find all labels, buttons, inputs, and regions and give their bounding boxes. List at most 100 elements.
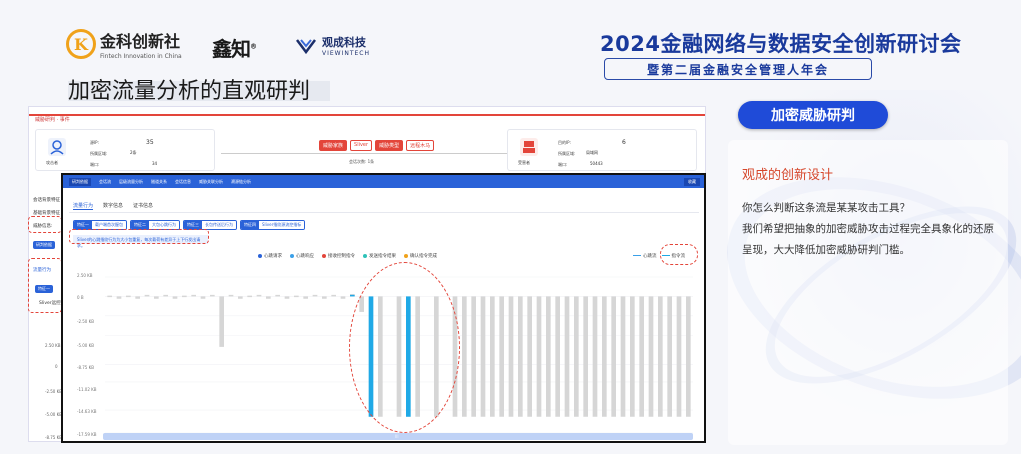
dst-ip-value: 6 xyxy=(622,139,626,146)
heartbeat-bar-61[interactable] xyxy=(667,296,672,417)
feature-filter-4[interactable]: 特征四 Sliver指纹源流控指标 xyxy=(240,220,306,230)
dst-label-port: 端口: xyxy=(558,162,568,167)
heartbeat-bar-46[interactable] xyxy=(527,296,532,417)
basis-tab-button[interactable]: 研判依据 xyxy=(33,241,55,249)
heartbeat-bar-47[interactable] xyxy=(536,296,542,417)
heartbeat-bar-12[interactable] xyxy=(210,294,215,297)
heartbeat-bar-49[interactable] xyxy=(555,296,560,417)
feature-val-4: Sliver指纹源流控指标 xyxy=(259,221,305,229)
feature-val-1: 载户端首次握包 xyxy=(92,221,126,229)
legend-right-1[interactable]: 心跳流 xyxy=(633,253,657,259)
nav-threat[interactable]: 威胁关联分析 xyxy=(199,179,223,185)
scrollbar-handle[interactable]: ||| xyxy=(395,434,399,438)
heartbeat-bar-20[interactable] xyxy=(284,296,290,299)
legend-item-2[interactable]: 心跳响应 xyxy=(290,253,314,259)
chart-scrollbar[interactable]: ||| xyxy=(103,433,693,440)
heartbeat-bar-50[interactable] xyxy=(564,296,570,417)
heartbeat-bar-8[interactable] xyxy=(172,296,178,299)
heartbeat-bar-7[interactable] xyxy=(163,294,168,297)
legend-item-1[interactable]: 心跳请求 xyxy=(258,253,282,259)
heartbeat-bar-9[interactable] xyxy=(182,295,187,298)
heartbeat-bar-48[interactable] xyxy=(546,296,551,417)
nav-trace[interactable]: 溯源链分析 xyxy=(231,179,251,185)
breadcrumb[interactable]: 威胁研判 · 事件 xyxy=(35,116,70,123)
logo3-tagline: VIEWINTECH xyxy=(322,50,371,57)
heartbeat-bar-54[interactable] xyxy=(602,296,607,417)
badge-type-label: 威胁类型 xyxy=(375,140,404,151)
heartbeat-bar-23[interactable] xyxy=(312,294,318,297)
heartbeat-bar-44[interactable] xyxy=(508,296,514,417)
heartbeat-bar-58[interactable] xyxy=(639,296,644,417)
innovation-heading: 观成的创新设计 xyxy=(742,168,834,183)
nav-info[interactable]: 会话信息 xyxy=(175,179,191,185)
legend-dot-2 xyxy=(290,253,294,258)
heartbeat-bar-53[interactable] xyxy=(592,296,598,417)
heartbeat-bar-17[interactable] xyxy=(256,294,262,297)
heartbeat-bar-21[interactable] xyxy=(294,295,299,298)
chart-legend: 心跳请求 心跳响应 接收控制指令 发送指令结果 确认指令完成 xyxy=(258,253,437,259)
heartbeat-bar-14[interactable] xyxy=(228,294,234,297)
heartbeat-bar-60[interactable] xyxy=(658,296,663,417)
attacker-icon xyxy=(48,138,66,156)
tab-flow-behavior[interactable]: 流量行为 xyxy=(73,202,94,210)
heartbeat-bar-56[interactable] xyxy=(620,296,626,417)
heartbeat-bar-43[interactable] xyxy=(499,296,504,417)
heartbeat-bar-40[interactable] xyxy=(471,296,476,417)
tab-digital-info[interactable]: 数字信息 xyxy=(103,202,123,210)
tab-cert-info[interactable]: 证书信息 xyxy=(133,202,153,210)
src-ip-value: 35 xyxy=(146,139,154,146)
heartbeat-bar-24[interactable] xyxy=(322,296,327,299)
badge-type-value: 远程木马 xyxy=(406,140,435,151)
heartbeat-bar-11[interactable] xyxy=(200,296,206,299)
legend-item-4[interactable]: 发送指令结果 xyxy=(363,253,396,259)
logo-xinzhi: 鑫知® xyxy=(212,33,257,62)
back-ytick-5: -8.75 KB xyxy=(45,435,62,440)
heartbeat-bar-42[interactable] xyxy=(490,296,495,417)
legend-item-5[interactable]: 确认指令完成 xyxy=(404,253,437,259)
heartbeat-bar-1[interactable] xyxy=(107,295,112,298)
badge-family-value: Sliver xyxy=(350,140,373,151)
heartbeat-bar-19[interactable] xyxy=(275,294,280,297)
collect-button[interactable]: 收藏 xyxy=(684,178,700,186)
heartbeat-bar-45[interactable] xyxy=(518,296,523,417)
heartbeat-bar-51[interactable] xyxy=(574,296,579,417)
heartbeat-bar-26[interactable] xyxy=(340,296,346,299)
heartbeat-bar-52[interactable] xyxy=(583,296,588,417)
heartbeat-bar-55[interactable] xyxy=(611,296,616,417)
heartbeat-bar-18[interactable] xyxy=(266,296,271,299)
heartbeat-bar-59[interactable] xyxy=(648,296,654,417)
legend-item-3[interactable]: 接收控制指令 xyxy=(322,253,355,259)
victim-icon xyxy=(520,138,538,156)
legend-dot-3 xyxy=(322,253,326,258)
legend-label-3: 接收控制指令 xyxy=(328,254,355,259)
heartbeat-bar-22[interactable] xyxy=(303,296,308,299)
legend-label-5: 确认指令完成 xyxy=(410,254,437,259)
heartbeat-bar-2[interactable] xyxy=(116,296,122,299)
feature-val-3: 长包传送后行为 xyxy=(202,221,236,229)
heartbeat-bar-57[interactable] xyxy=(630,296,635,417)
logo1-name: 金科创新社 xyxy=(100,32,181,51)
heartbeat-bar-4[interactable] xyxy=(135,296,140,299)
nav-basis[interactable]: 研判依据 xyxy=(69,177,91,186)
heartbeat-bar-5[interactable] xyxy=(144,294,150,297)
back-ytick-4: -5.00 KB xyxy=(45,412,62,417)
heartbeat-bar-62[interactable] xyxy=(676,296,682,417)
heartbeat-bar-25[interactable] xyxy=(331,294,336,297)
heartbeat-bar-10[interactable] xyxy=(191,294,196,297)
heartbeat-bar-3[interactable] xyxy=(126,295,131,298)
heartbeat-bar-16[interactable] xyxy=(247,295,252,298)
heartbeat-bar-13[interactable] xyxy=(219,296,224,347)
heartbeat-bar-41[interactable] xyxy=(480,296,486,417)
command-bar-27[interactable] xyxy=(350,294,355,297)
nav-tunnel[interactable]: 隧道关系 xyxy=(151,179,167,185)
dst-label-region: 所属区域: xyxy=(558,151,576,156)
sub-tabs: 流量行为 数字信息 证书信息 xyxy=(73,202,153,210)
heartbeat-bar-6[interactable] xyxy=(154,296,159,299)
nav-layer[interactable]: 层级流量分析 xyxy=(119,179,143,185)
heartbeat-bar-15[interactable] xyxy=(238,296,243,299)
legend-dot-5 xyxy=(404,253,408,258)
heartbeat-bar-39[interactable] xyxy=(462,296,467,417)
nav-session[interactable]: 会话流 xyxy=(99,179,111,185)
heartbeat-bar-63[interactable] xyxy=(686,296,691,417)
legend-label-2: 心跳响应 xyxy=(296,254,314,259)
